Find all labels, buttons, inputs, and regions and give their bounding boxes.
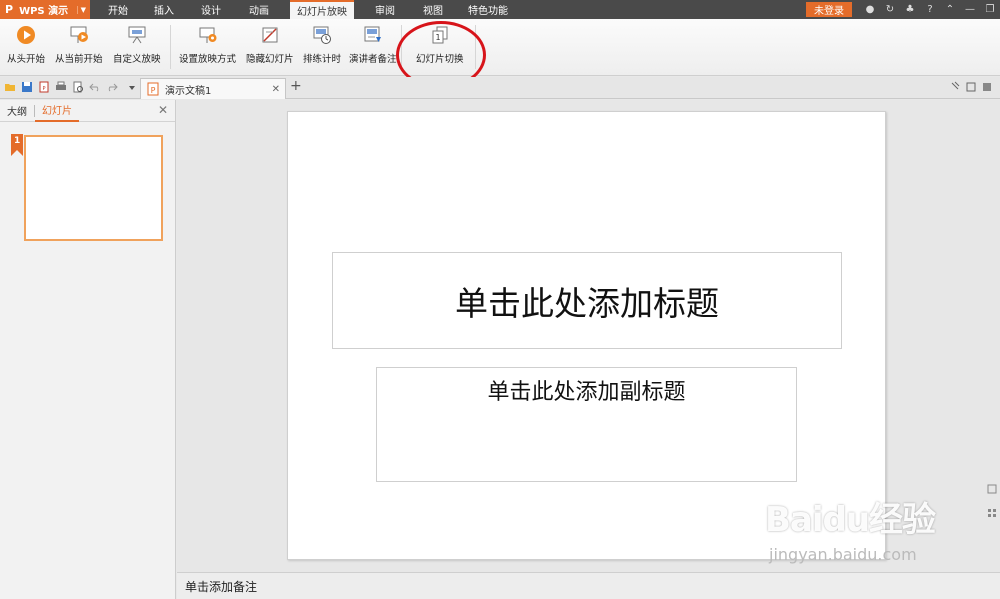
play-current-icon xyxy=(69,25,89,45)
export-pdf-icon[interactable]: P xyxy=(38,81,50,93)
layout-icon[interactable] xyxy=(982,81,992,93)
close-panel-icon[interactable]: ✕ xyxy=(158,103,168,117)
print-icon[interactable] xyxy=(55,81,67,93)
slides-panel: 大纲 幻灯片 ✕ 1 xyxy=(0,100,176,599)
ribbon: 从头开始 从当前开始 自定义放映 设置放映方式 隐藏幻灯片 排练计时 演讲者备注… xyxy=(0,19,1000,76)
tab-view[interactable]: 视图 xyxy=(410,0,456,19)
hide-slide-icon xyxy=(260,25,280,45)
ribbon-separator xyxy=(401,25,402,69)
side-toolbar xyxy=(987,484,997,518)
tab-review[interactable]: 审阅 xyxy=(360,0,410,19)
view-normal-icon[interactable] xyxy=(987,484,997,494)
tab-design[interactable]: 设计 xyxy=(186,0,236,19)
hide-slide-button[interactable]: 隐藏幻灯片 xyxy=(246,25,294,65)
collapse-ribbon-icon[interactable]: ⌃ xyxy=(940,4,960,15)
rehearse-timing-button[interactable]: 排练计时 xyxy=(303,25,341,65)
record-icon[interactable]: ● xyxy=(860,4,880,15)
minimize-icon[interactable]: — xyxy=(960,4,980,15)
slide-transition-icon: 1 xyxy=(430,25,450,45)
tab-features[interactable]: 特色功能 xyxy=(456,0,520,19)
close-icon[interactable]: ✕ xyxy=(272,84,280,95)
speaker-notes-icon xyxy=(363,25,383,45)
slide-transition-button[interactable]: 1 幻灯片切换 xyxy=(416,25,464,65)
subtitle-placeholder[interactable]: 单击此处添加副标题 xyxy=(376,367,797,482)
customize-toolbar-icon[interactable] xyxy=(126,81,138,93)
title-placeholder[interactable]: 单击此处添加标题 xyxy=(332,252,842,349)
restore-icon[interactable]: ❐ xyxy=(980,4,1000,15)
tab-animation[interactable]: 动画 xyxy=(236,0,282,19)
window-icon[interactable] xyxy=(966,81,976,93)
refresh-icon[interactable]: ↻ xyxy=(880,4,900,15)
tab-home[interactable]: 开始 xyxy=(94,0,142,19)
slide-thumbnail[interactable] xyxy=(24,135,163,241)
tab-slides[interactable]: 幻灯片 xyxy=(35,100,79,122)
tab-outline[interactable]: 大纲 xyxy=(0,100,34,122)
slide-number: 1 xyxy=(14,136,21,146)
presentation-file-icon: P xyxy=(147,82,159,96)
svg-text:1: 1 xyxy=(435,33,440,42)
view-sorter-icon[interactable] xyxy=(987,508,997,518)
play-icon xyxy=(16,25,36,45)
print-preview-icon[interactable] xyxy=(72,81,84,93)
rehearse-timing-icon xyxy=(312,25,332,45)
menu-bar: P WPS 演示 ▼ 开始 插入 设计 动画 幻灯片放映 审阅 视图 特色功能 … xyxy=(0,0,1000,19)
document-name: 演示文稿1 xyxy=(165,85,212,97)
chevron-down-icon: ▼ xyxy=(76,5,86,14)
speaker-notes-button[interactable]: 演讲者备注 xyxy=(349,25,397,65)
tab-slideshow[interactable]: 幻灯片放映 xyxy=(290,0,354,19)
open-folder-icon[interactable] xyxy=(4,81,16,93)
svg-text:P: P xyxy=(42,86,45,92)
pin-icon[interactable] xyxy=(950,81,960,93)
ribbon-separator xyxy=(475,25,476,69)
redo-icon[interactable] xyxy=(106,81,118,93)
app-menu-button[interactable]: P WPS 演示 ▼ xyxy=(0,0,90,19)
custom-show-button[interactable]: 自定义放映 xyxy=(113,25,161,65)
login-button[interactable]: 未登录 xyxy=(806,2,852,17)
setup-show-button[interactable]: 设置放映方式 xyxy=(179,25,236,65)
custom-show-icon xyxy=(127,25,147,45)
undo-icon[interactable] xyxy=(89,81,101,93)
quick-access-bar: P P 演示文稿1 ✕ + xyxy=(0,77,1000,99)
slide-canvas[interactable]: 单击此处添加标题 单击此处添加副标题 xyxy=(287,111,886,560)
setup-show-icon xyxy=(198,25,218,45)
document-tab[interactable]: P 演示文稿1 ✕ xyxy=(140,78,286,99)
tab-insert[interactable]: 插入 xyxy=(142,0,186,19)
from-current-button[interactable]: 从当前开始 xyxy=(55,25,103,65)
notes-area[interactable]: 单击添加备注 xyxy=(177,572,1000,599)
wps-logo-icon: P xyxy=(5,3,14,16)
from-start-button[interactable]: 从头开始 xyxy=(7,25,45,65)
new-tab-icon[interactable]: + xyxy=(290,78,302,94)
skin-icon[interactable]: ♣ xyxy=(900,4,920,15)
app-title: WPS 演示 xyxy=(19,6,69,17)
ribbon-separator xyxy=(170,25,171,69)
svg-text:P: P xyxy=(151,86,156,95)
save-icon[interactable] xyxy=(21,81,33,93)
slide-workspace: 单击此处添加标题 单击此处添加副标题 xyxy=(177,100,1000,572)
view-tools xyxy=(950,81,992,93)
help-icon[interactable]: ? xyxy=(920,4,940,15)
panel-tabs: 大纲 幻灯片 ✕ xyxy=(0,100,175,122)
